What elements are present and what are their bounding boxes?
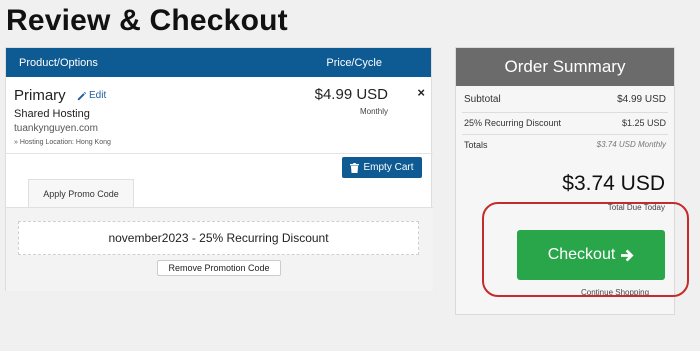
edit-link[interactable]: Edit	[76, 90, 106, 101]
cart-header: Product/Options Price/Cycle	[6, 48, 431, 77]
discount-label: 25% Recurring Discount	[464, 118, 562, 128]
totals-value: $3.74 USD Monthly	[596, 140, 666, 149]
item-location: » Hosting Location: Hong Kong	[14, 139, 111, 146]
checkout-label: Checkout	[547, 246, 616, 263]
column-header-price: Price/Cycle	[326, 57, 382, 69]
empty-cart-button[interactable]: Empty Cart	[342, 157, 422, 178]
item-type: Shared Hosting	[14, 108, 90, 120]
cart-item: Primary Edit Shared Hosting tuankynguyen…	[6, 77, 433, 154]
arrow-right-icon	[621, 248, 634, 262]
empty-cart-label: Empty Cart	[363, 162, 414, 173]
pencil-icon	[77, 91, 87, 101]
close-icon[interactable]: ×	[417, 85, 425, 100]
order-summary: Order Summary Subtotal $4.99 USD 25% Rec…	[455, 47, 675, 315]
order-summary-title: Order Summary	[456, 48, 674, 86]
promo-area: november2023 - 25% Recurring Discount Re…	[6, 207, 433, 291]
tab-apply-promo[interactable]: Apply Promo Code	[28, 179, 134, 207]
item-domain: tuankynguyen.com	[14, 123, 98, 134]
continue-shopping-link[interactable]: Continue Shopping	[581, 288, 649, 297]
total-due-label: Total Due Today	[607, 203, 665, 212]
grand-total: $3.74 USD	[562, 172, 665, 195]
applied-promo: november2023 - 25% Recurring Discount	[18, 221, 419, 255]
subtotal-label: Subtotal	[464, 94, 501, 105]
remove-promo-button[interactable]: Remove Promotion Code	[157, 260, 281, 276]
discount-value: $1.25 USD	[621, 118, 666, 128]
subtotal-value: $4.99 USD	[617, 94, 666, 105]
checkout-button[interactable]: Checkout	[517, 230, 665, 280]
trash-icon	[350, 162, 360, 173]
page-title: Review & Checkout	[6, 4, 288, 37]
divider	[462, 134, 668, 135]
column-header-product: Product/Options	[19, 57, 98, 69]
divider	[462, 112, 668, 113]
totals-label: Totals	[464, 140, 488, 150]
item-name: Primary	[14, 87, 66, 104]
cart-panel: Product/Options Price/Cycle Primary Edit…	[5, 47, 433, 291]
item-price: $4.99 USD	[314, 86, 388, 103]
edit-label: Edit	[89, 90, 107, 101]
item-cycle: Monthly	[359, 107, 388, 116]
